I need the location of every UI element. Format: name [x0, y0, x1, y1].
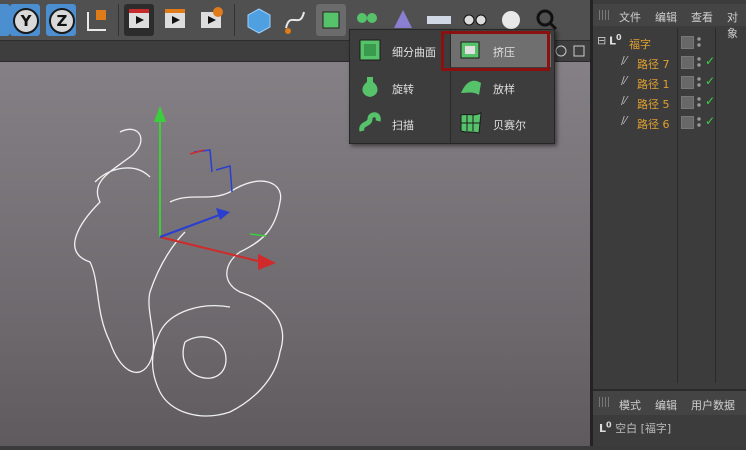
- rotation-gizmo-x[interactable]: [189, 149, 205, 155]
- object-manager-panel: 文件 编辑 查看 对象 ⊟ L0 福字 ∕⁄ 路径 7 ✓ ∕⁄ 路径 1 ✓ …: [593, 0, 746, 446]
- spline-pen-button[interactable]: [280, 4, 310, 36]
- bezier-item[interactable]: 贝赛尔: [451, 107, 551, 140]
- y-axis-icon: Y: [13, 8, 39, 34]
- object-row[interactable]: ∕⁄ 路径 1 ✓: [593, 73, 746, 92]
- object-name[interactable]: 路径 7: [637, 56, 670, 72]
- render-picture-viewer-button[interactable]: [160, 4, 190, 36]
- loft-label: 放样: [493, 83, 515, 96]
- layer-tag-icon[interactable]: [681, 56, 694, 69]
- menu-view[interactable]: 查看: [691, 9, 713, 25]
- viewport-nav-icons[interactable]: [554, 44, 588, 58]
- object-manager-menu: 文件 编辑 查看 对象: [593, 4, 746, 40]
- render-settings-icon: [201, 7, 223, 28]
- grip-icon[interactable]: [599, 397, 609, 407]
- rotation-gizmo[interactable]: [193, 149, 233, 193]
- clapper-icon: [129, 9, 149, 28]
- subdivision-surface-icon: [322, 11, 340, 29]
- coordinate-system-icon: [87, 10, 106, 31]
- collapse-icon[interactable]: ⊟: [597, 34, 606, 47]
- object-row[interactable]: ∕⁄ 路径 6 ✓: [593, 113, 746, 132]
- enabled-check-icon[interactable]: ✓: [705, 74, 715, 88]
- lathe-vase-icon: [362, 77, 378, 97]
- layer-tag-icon[interactable]: [681, 76, 694, 89]
- object-row-root[interactable]: ⊟ L0 福字: [593, 33, 746, 52]
- grip-icon[interactable]: [599, 10, 609, 20]
- menu-edit[interactable]: 编辑: [655, 9, 677, 25]
- bezier-icon: [460, 112, 482, 134]
- coordinate-system-button[interactable]: [82, 4, 112, 36]
- object-name[interactable]: 路径 6: [637, 116, 670, 132]
- attribute-manager-menu: 模式 编辑 用户数据: [593, 389, 746, 415]
- cube-icon: [247, 8, 271, 34]
- object-name[interactable]: 福字: [629, 36, 651, 52]
- sweep-label: 扫描: [392, 119, 414, 132]
- lathe-label: 旋转: [392, 83, 414, 96]
- x-axis-arrow[interactable]: [258, 254, 276, 270]
- layer-tag-icon[interactable]: [681, 36, 694, 49]
- fu-character-spline: [74, 128, 284, 417]
- spline-icon: ∕⁄: [621, 114, 627, 127]
- visibility-dots-icon[interactable]: [697, 56, 701, 68]
- layer-tag-icon[interactable]: [681, 96, 694, 109]
- z-axis-lock-button[interactable]: Z: [46, 4, 76, 36]
- y-axis-lock-button[interactable]: Y: [10, 4, 40, 36]
- sweep-item[interactable]: 扫描: [350, 107, 450, 140]
- render-view-button[interactable]: [124, 4, 154, 36]
- render-viewer-icon: [165, 9, 185, 28]
- object-row[interactable]: ∕⁄ 路径 7 ✓: [593, 53, 746, 72]
- visibility-dots-icon[interactable]: [697, 36, 701, 48]
- spline-icon: ∕⁄: [621, 94, 627, 107]
- highlight-annotation-box: [441, 31, 550, 71]
- attribute-object-label: L0 空白 [福字]: [599, 420, 671, 436]
- spline-icon: ∕⁄: [621, 54, 627, 67]
- enabled-check-icon[interactable]: ✓: [705, 114, 715, 128]
- bezier-label: 贝赛尔: [493, 119, 526, 132]
- menu-mode[interactable]: 模式: [619, 397, 641, 413]
- toolbar-separator: [234, 4, 235, 36]
- visibility-dots-icon[interactable]: [697, 116, 701, 128]
- toolbar-separator: [118, 4, 119, 36]
- subdivision-surface-icon: [359, 39, 381, 61]
- x-axis-lock-button[interactable]: [0, 4, 10, 36]
- menu-file[interactable]: 文件: [619, 9, 641, 25]
- null-object-icon: L0: [599, 420, 612, 435]
- pen-spline-icon: [285, 11, 305, 34]
- subdivision-surface-item[interactable]: 细分曲面: [350, 34, 450, 67]
- loft-item[interactable]: 放样: [451, 71, 551, 104]
- menu-edit[interactable]: 编辑: [655, 397, 677, 413]
- visibility-dots-icon[interactable]: [697, 96, 701, 108]
- sweep-icon: [359, 112, 381, 132]
- menu-userdata[interactable]: 用户数据: [691, 397, 735, 413]
- cube-primitive-button[interactable]: [244, 4, 274, 36]
- visibility-dots-icon[interactable]: [697, 76, 701, 88]
- rotation-gizmo-y[interactable]: [249, 233, 267, 237]
- z-axis-handle[interactable]: [159, 213, 223, 238]
- attribute-object-name: 空白 [福字]: [615, 422, 672, 435]
- layer-tag-icon[interactable]: [681, 116, 694, 129]
- z-axis-arrow[interactable]: [216, 208, 230, 220]
- enabled-check-icon[interactable]: ✓: [705, 94, 715, 108]
- y-axis-arrow[interactable]: [154, 106, 166, 122]
- spline-icon: ∕⁄: [621, 74, 627, 87]
- null-object-icon: L0: [609, 33, 622, 48]
- object-row[interactable]: ∕⁄ 路径 5 ✓: [593, 93, 746, 112]
- lathe-item[interactable]: 旋转: [350, 71, 450, 104]
- z-axis-icon: Z: [49, 8, 75, 34]
- loft-icon: [461, 80, 481, 95]
- subdivision-surface-label: 细分曲面: [392, 46, 436, 59]
- generators-button[interactable]: [316, 4, 346, 36]
- object-name[interactable]: 路径 5: [637, 96, 670, 112]
- x-axis-handle[interactable]: [159, 236, 263, 263]
- enabled-check-icon[interactable]: ✓: [705, 54, 715, 68]
- render-settings-button[interactable]: [196, 4, 226, 36]
- object-name[interactable]: 路径 1: [637, 76, 670, 92]
